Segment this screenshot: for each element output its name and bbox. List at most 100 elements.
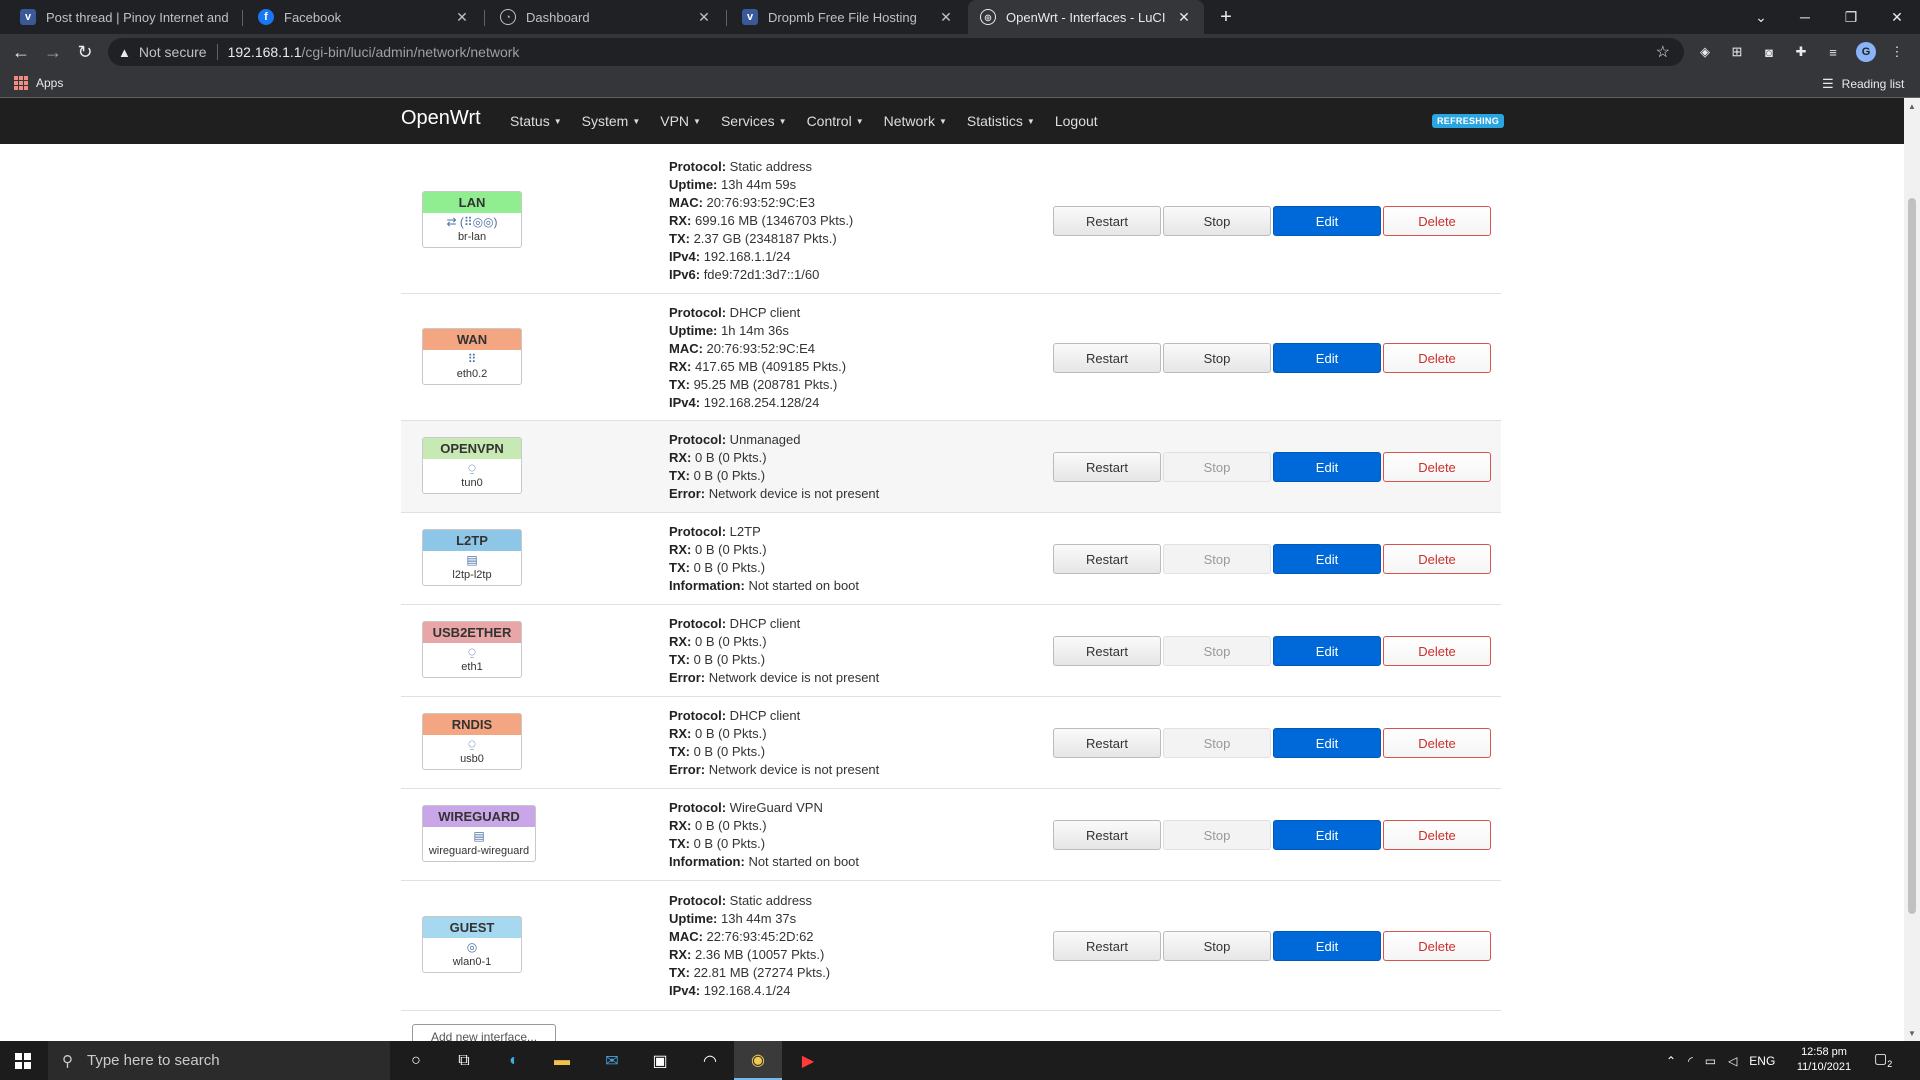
status-line: RX: 0 B (0 Pkts.)	[669, 449, 879, 467]
profile-avatar[interactable]: G	[1856, 42, 1876, 62]
task-view-icon[interactable]: ⧉	[440, 1041, 488, 1080]
scroll-down-icon[interactable]: ▼	[1904, 1025, 1920, 1041]
add-interface-button[interactable]: Add new interface...	[412, 1024, 556, 1041]
delete-button[interactable]: Delete	[1383, 820, 1491, 850]
restart-button[interactable]: Restart	[1053, 206, 1161, 236]
stop-button[interactable]: Stop	[1163, 206, 1271, 236]
close-icon[interactable]: ✕	[1176, 9, 1192, 26]
restart-button[interactable]: Restart	[1053, 636, 1161, 666]
media-player-icon[interactable]: ▶	[784, 1041, 832, 1080]
show-hidden-icons-icon[interactable]: ⌃	[1666, 1054, 1676, 1068]
restart-button[interactable]: Restart	[1053, 544, 1161, 574]
volume-icon[interactable]: ◁	[1728, 1054, 1737, 1068]
tab-facebook[interactable]: f Facebook ✕	[246, 0, 482, 34]
store-icon[interactable]: ▣	[636, 1041, 684, 1080]
status-key: TX:	[669, 652, 690, 667]
translate-icon[interactable]: ⊞	[1728, 43, 1746, 61]
tab-pinoy-internet[interactable]: v Post thread | Pinoy Internet and	[8, 0, 240, 34]
delete-button[interactable]: Delete	[1383, 636, 1491, 666]
delete-button[interactable]: Delete	[1383, 931, 1491, 961]
window-close-icon[interactable]: ✕	[1874, 0, 1920, 34]
security-status[interactable]: Not secure	[139, 44, 207, 60]
status-value: 699.16 MB (1346703 Pkts.)	[691, 213, 854, 228]
status-line: Information: Not started on boot	[669, 853, 859, 871]
delete-button[interactable]: Delete	[1383, 206, 1491, 236]
page-scrollbar[interactable]: ▲ ▼	[1904, 98, 1920, 1041]
refreshing-badge[interactable]: REFRESHING	[1432, 114, 1505, 128]
kebab-menu-icon[interactable]: ⋮	[1888, 43, 1906, 61]
extension-icon[interactable]: ◈	[1696, 43, 1714, 61]
edge-icon[interactable]: ◐	[490, 1041, 538, 1080]
language-indicator[interactable]: ENG	[1749, 1054, 1775, 1068]
menu-statistics[interactable]: Statistics ▼	[967, 113, 1035, 129]
restart-button[interactable]: Restart	[1053, 452, 1161, 482]
menu-status[interactable]: Status ▼	[510, 113, 562, 129]
menu-services[interactable]: Services ▼	[721, 113, 787, 129]
start-button[interactable]	[0, 1041, 46, 1080]
forward-icon[interactable]: →	[40, 39, 66, 65]
taskbar-search[interactable]: ⚲ Type here to search	[48, 1041, 390, 1080]
puzzle-extensions-icon[interactable]: ✚	[1792, 43, 1810, 61]
tab-search-icon[interactable]: ⌄	[1738, 0, 1784, 34]
tab-dashboard[interactable]: ◔ Dashboard ✕	[488, 0, 724, 34]
back-icon[interactable]: ←	[8, 39, 34, 65]
interface-device: wlan0-1	[452, 956, 492, 968]
edit-button[interactable]: Edit	[1273, 931, 1381, 961]
tab-dropmb[interactable]: v Dropmb Free File Hosting ✕	[730, 0, 966, 34]
cortana-icon[interactable]: ○	[392, 1041, 440, 1080]
reload-icon[interactable]: ↻	[72, 39, 98, 65]
interface-name: LAN	[423, 192, 521, 213]
reading-list[interactable]: ☰ Reading list	[1822, 76, 1904, 92]
screenshot-icon[interactable]: ◙	[1760, 43, 1778, 61]
restart-button[interactable]: Restart	[1053, 931, 1161, 961]
menu-vpn[interactable]: VPN ▼	[660, 113, 701, 129]
interface-row: GUEST ◎ wlan0-1 Protocol: Static address Upt…	[401, 881, 1501, 1011]
brand-logo[interactable]: OpenWrt	[401, 107, 481, 130]
media-control-icon[interactable]: ≡	[1824, 43, 1842, 61]
address-bar[interactable]: ▲ Not secure 192.168.1.1/cgi-bin/luci/ad…	[108, 38, 1684, 66]
edit-button[interactable]: Edit	[1273, 544, 1381, 574]
delete-button[interactable]: Delete	[1383, 452, 1491, 482]
restart-button[interactable]: Restart	[1053, 820, 1161, 850]
edit-button[interactable]: Edit	[1273, 452, 1381, 482]
mail-icon[interactable]: ✉	[588, 1041, 636, 1080]
minimize-icon[interactable]: ─	[1782, 0, 1828, 34]
file-explorer-icon[interactable]: ▬	[538, 1041, 586, 1080]
restart-button[interactable]: Restart	[1053, 728, 1161, 758]
restart-button[interactable]: Restart	[1053, 343, 1161, 373]
battery-icon[interactable]: ▭	[1705, 1054, 1716, 1068]
menu-logout[interactable]: Logout	[1055, 113, 1098, 129]
url-host: 192.168.1.1	[227, 44, 302, 60]
interface-device: eth0.2	[456, 368, 488, 380]
status-line: IPv4: 192.168.4.1/24	[669, 982, 830, 1000]
clock[interactable]: 12:58 pm 11/10/2021	[1790, 1045, 1858, 1075]
close-icon[interactable]: ✕	[454, 9, 470, 26]
close-icon[interactable]: ✕	[938, 9, 954, 26]
edit-button[interactable]: Edit	[1273, 343, 1381, 373]
edit-button[interactable]: Edit	[1273, 636, 1381, 666]
stop-button[interactable]: Stop	[1163, 343, 1271, 373]
delete-button[interactable]: Delete	[1383, 728, 1491, 758]
status-value: 20:76:93:52:9C:E3	[702, 195, 815, 210]
restore-icon[interactable]: ❐	[1828, 0, 1874, 34]
menu-network[interactable]: Network ▼	[884, 113, 947, 129]
delete-button[interactable]: Delete	[1383, 343, 1491, 373]
menu-control[interactable]: Control ▼	[807, 113, 864, 129]
edit-button[interactable]: Edit	[1273, 206, 1381, 236]
notifications-icon[interactable]: ▢2	[1874, 1050, 1892, 1069]
scrollbar-thumb[interactable]	[1908, 198, 1916, 914]
edit-button[interactable]: Edit	[1273, 728, 1381, 758]
edit-button[interactable]: Edit	[1273, 820, 1381, 850]
wifi-icon[interactable]: ◜	[1688, 1054, 1693, 1068]
stop-button[interactable]: Stop	[1163, 931, 1271, 961]
menu-system[interactable]: System ▼	[582, 113, 641, 129]
tab-openwrt-interfaces[interactable]: ◎ OpenWrt - Interfaces - LuCI ✕	[968, 0, 1204, 34]
chrome-icon[interactable]: ◉	[734, 1041, 782, 1080]
bookmark-star-icon[interactable]: ☆	[1656, 42, 1670, 62]
scroll-up-icon[interactable]: ▲	[1904, 98, 1920, 114]
apps-shortcut[interactable]: Apps	[14, 76, 63, 90]
new-tab-button[interactable]: +	[1215, 0, 1237, 34]
speedometer-icon[interactable]: ◠	[686, 1041, 734, 1080]
close-icon[interactable]: ✕	[696, 9, 712, 26]
delete-button[interactable]: Delete	[1383, 544, 1491, 574]
